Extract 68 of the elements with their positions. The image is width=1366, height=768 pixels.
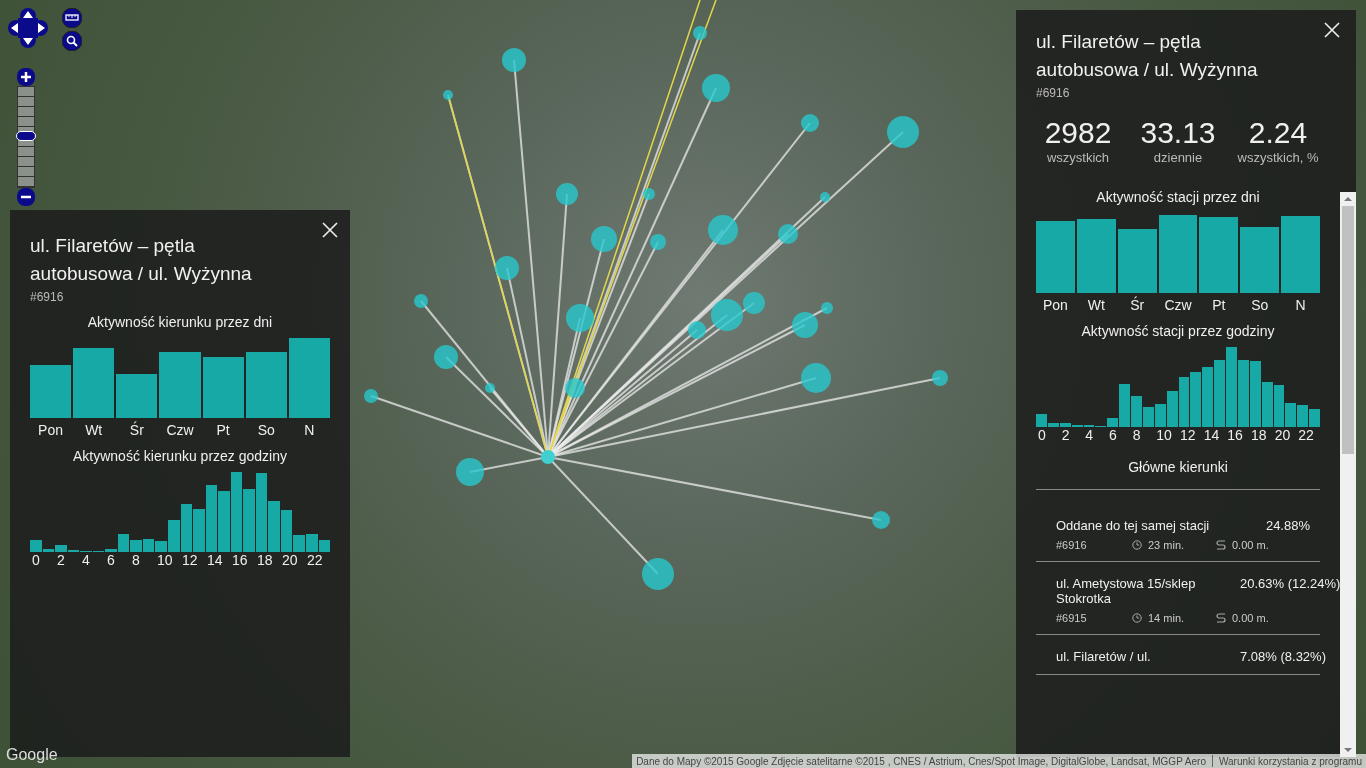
chart-title: Aktywność stacji przez godziny: [1080, 323, 1276, 339]
attribution-text: Dane do Mapy ©2015 Google Zdjęcie satelitarne ©2015 , CNES / Astrium, Cnes/Spot Image, DigitalGlobe, Landsat, MGGP Aero: [636, 755, 1206, 767]
hour-label: 14: [1202, 427, 1221, 443]
hour-label: 20: [1273, 427, 1292, 443]
stat-label: wszystkich: [1045, 150, 1111, 165]
hour-label: 4: [81, 552, 91, 568]
stat-label: wszystkich, %: [1236, 150, 1320, 165]
direction-share: 24.88%: [1265, 518, 1310, 533]
hour-label: 12: [1179, 427, 1197, 443]
chart-title: Aktywność stacji przez dni: [1095, 189, 1261, 205]
day-label: Pt: [216, 422, 230, 438]
hour-label: 0: [1037, 427, 1047, 443]
terms-link[interactable]: Warunki korzystania z programu: [1219, 755, 1362, 767]
stat-label: dziennie: [1152, 150, 1204, 165]
trip-time: 14 min.: [1148, 612, 1186, 624]
day-label: Pt: [1212, 297, 1226, 313]
day-label: So: [257, 422, 275, 438]
station-id: #6916: [1036, 86, 1071, 100]
direction-name: ul. Filaretów / ul.: [1056, 649, 1152, 664]
hour-label: 12: [181, 552, 199, 568]
trip-distance: 0.00 m.: [1232, 539, 1269, 551]
hour-label: 6: [1108, 427, 1118, 443]
day-label: Pon: [38, 422, 64, 438]
chart-title: Aktywność kierunku przez godziny: [72, 448, 288, 464]
hour-label: 6: [106, 552, 116, 568]
direction-share: 20.63% (12.24%): [1240, 576, 1341, 593]
day-label: Wt: [1087, 297, 1105, 313]
hour-label: 2: [56, 552, 66, 568]
map-logo: Google: [6, 746, 58, 764]
hour-label: 0: [31, 552, 41, 568]
day-label: Czw: [166, 422, 194, 438]
station-id: #6916: [30, 290, 65, 304]
hour-label: 18: [1250, 427, 1268, 443]
direction-share: 7.08% (8.32%): [1240, 649, 1326, 664]
day-label: Śr: [129, 422, 144, 438]
day-label: Czw: [1164, 297, 1192, 313]
direction-name: Oddane do tej samej stacji: [1056, 518, 1211, 533]
section-title: Główne kierunki: [1036, 459, 1320, 490]
station-title: ul. Filaretów – pętla autobusowa / ul. Wyżynna: [30, 234, 253, 286]
day-label: Śr: [1130, 297, 1145, 313]
hour-label: 16: [1226, 427, 1244, 443]
direction-name: ul. Ametystowa 15/sklep Stokrotka: [1056, 576, 1197, 606]
hour-label: 14: [206, 552, 224, 568]
stat-value: 2.24: [1247, 116, 1309, 150]
chart-title: Aktywność kierunku przez dni: [86, 314, 274, 330]
hour-label: 8: [131, 552, 141, 568]
station-title: ul. Filaretów – pętla autobusowa / ul. Wyżynna: [1036, 30, 1259, 82]
direction-id: #6915: [1056, 612, 1088, 624]
hour-label: 18: [256, 552, 274, 568]
hour-label: 4: [1084, 427, 1095, 443]
trip-distance: 0.00 m.: [1232, 612, 1269, 624]
hour-label: 10: [1155, 427, 1173, 443]
hour-label: 10: [156, 552, 174, 568]
hour-label: 2: [1060, 427, 1071, 443]
trip-time: 23 min.: [1148, 539, 1186, 551]
day-label: Pon: [1042, 297, 1068, 313]
hour-label: 22: [1297, 427, 1315, 443]
day-label: N: [1295, 297, 1306, 313]
hour-label: 16: [231, 552, 249, 568]
day-label: So: [1251, 297, 1269, 313]
day-label: N: [304, 422, 315, 438]
hour-label: 22: [306, 552, 324, 568]
hour-label: 20: [281, 552, 299, 568]
stat-value: 33.13: [1139, 116, 1217, 150]
day-label: Wt: [85, 422, 103, 438]
stat-value: 2982: [1043, 116, 1113, 150]
direction-id: #6916: [1056, 539, 1088, 551]
hour-label: 8: [1131, 427, 1142, 443]
